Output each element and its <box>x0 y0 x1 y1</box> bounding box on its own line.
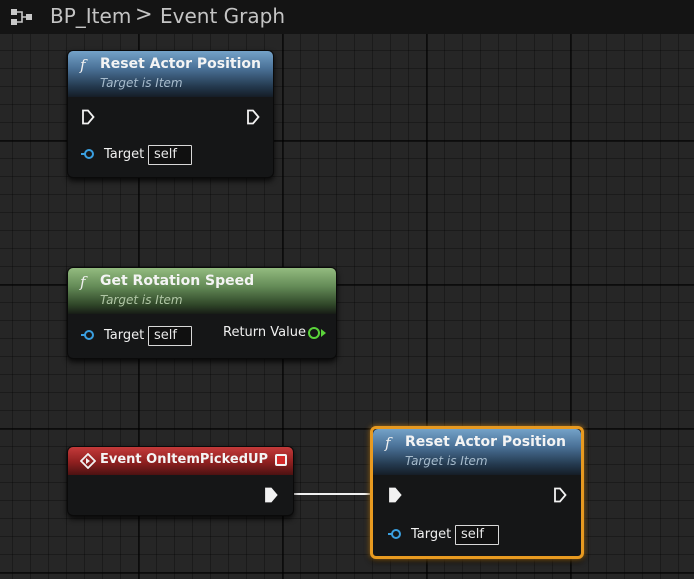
node-get-rotation-speed[interactable]: f Get Rotation Speed Target is Item Targ… <box>67 267 337 359</box>
node-subtitle: Target is Item <box>405 454 488 468</box>
exec-output-pin-icon[interactable] <box>246 109 260 125</box>
node-title: Reset Actor Position <box>405 434 566 450</box>
function-icon: f <box>385 434 391 452</box>
node-reset-actor-position[interactable]: f Reset Actor Position Target is Item Ta… <box>67 50 274 178</box>
function-icon: f <box>80 273 86 291</box>
target-pin-icon[interactable] <box>81 330 94 340</box>
return-value-pin-icon[interactable] <box>308 327 320 339</box>
function-icon: f <box>80 56 86 74</box>
node-header: f Reset Actor Position Target is Item <box>68 51 273 97</box>
event-diamond-icon <box>80 453 96 469</box>
exec-output-pin-icon[interactable] <box>553 487 567 503</box>
target-pin-icon[interactable] <box>81 149 94 159</box>
delegate-pin-icon[interactable] <box>275 454 287 466</box>
node-event-on-item-picked-up[interactable]: Event OnItemPickedUP <box>67 446 294 516</box>
target-label: Target <box>411 527 452 542</box>
target-pin-icon[interactable] <box>388 529 401 539</box>
node-header: Event OnItemPickedUP <box>68 447 293 475</box>
exec-output-pin-icon[interactable] <box>264 487 278 503</box>
target-input[interactable]: self <box>148 145 192 165</box>
node-title: Event OnItemPickedUP <box>100 452 269 467</box>
target-label: Target <box>104 147 145 162</box>
exec-input-pin-icon[interactable] <box>388 487 402 503</box>
return-value-label: Return Value <box>223 325 306 340</box>
target-label: Target <box>104 328 145 343</box>
target-input[interactable]: self <box>148 326 192 346</box>
node-reset-actor-position-selected[interactable]: f Reset Actor Position Target is Item Ta… <box>370 426 584 559</box>
node-header: f Get Rotation Speed Target is Item <box>68 268 336 314</box>
return-value-pin-arrow <box>321 329 326 337</box>
node-title: Reset Actor Position <box>100 56 261 72</box>
node-subtitle: Target is Item <box>100 293 183 307</box>
node-subtitle: Target is Item <box>100 76 183 90</box>
node-header: f Reset Actor Position Target is Item <box>373 429 581 475</box>
node-title: Get Rotation Speed <box>100 273 255 289</box>
target-input[interactable]: self <box>455 525 499 545</box>
exec-input-pin-icon[interactable] <box>81 109 95 125</box>
